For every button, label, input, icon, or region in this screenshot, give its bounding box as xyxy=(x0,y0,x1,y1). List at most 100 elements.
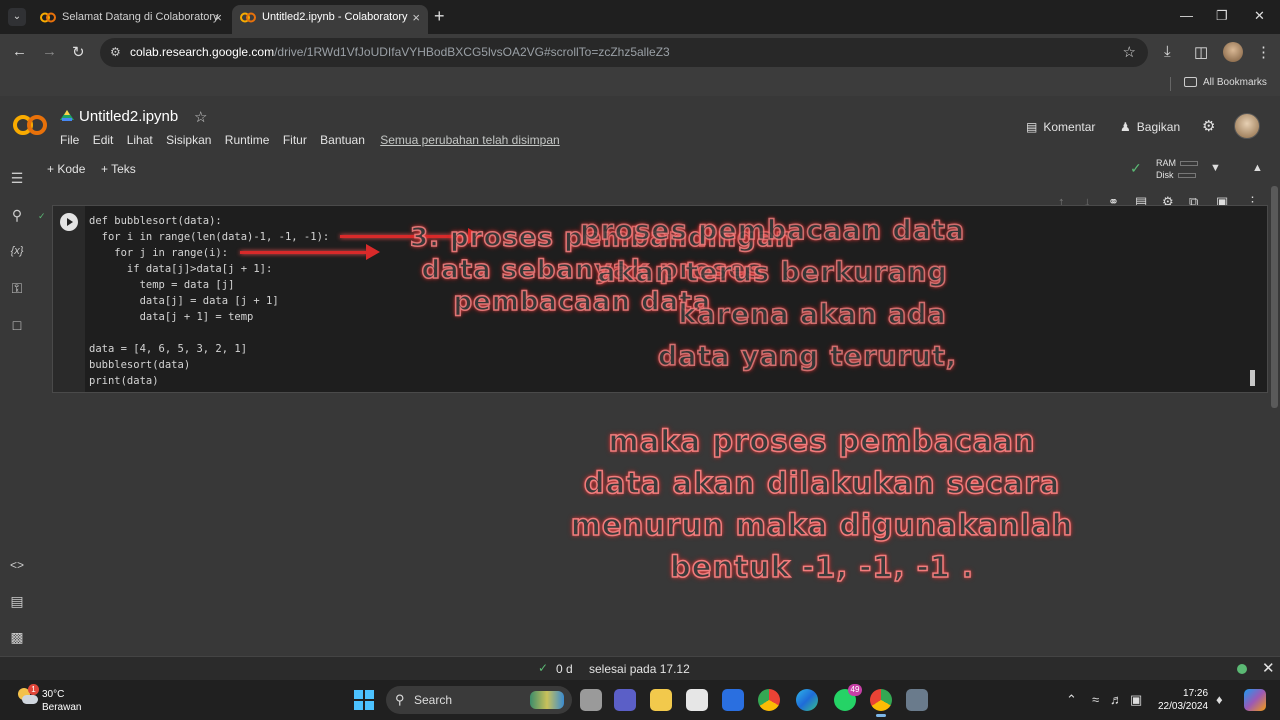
search-icon[interactable]: ⚲ xyxy=(8,206,26,224)
run-cell-button[interactable] xyxy=(60,213,78,231)
add-text-button[interactable]: + Teks xyxy=(101,162,136,176)
whatsapp-icon[interactable]: 49 xyxy=(834,684,862,711)
chrome-icon[interactable] xyxy=(758,689,780,711)
edge-icon[interactable] xyxy=(796,689,818,711)
cloud-shape xyxy=(22,695,38,704)
annotation-line: proses pembacaan data xyxy=(579,214,966,247)
tab-untitled2[interactable]: Untitled2.ipynb - Colaboratory × xyxy=(232,5,428,34)
resource-monitor[interactable]: RAM Disk xyxy=(1156,157,1198,181)
close-tab-icon[interactable]: × xyxy=(412,5,420,30)
tab-title: Untitled2.ipynb - Colaboratory xyxy=(262,11,408,23)
taskbar-clock[interactable]: 17:26 22/03/2024 xyxy=(1158,687,1208,713)
screen: ⌄ Selamat Datang di Colaboratory × Untit… xyxy=(0,0,1280,720)
settings-app-icon[interactable] xyxy=(906,689,928,711)
notification-bell-icon[interactable]: ♦ xyxy=(1216,692,1223,707)
close-status-icon[interactable]: ✕ xyxy=(1262,659,1275,677)
comment-label: Komentar xyxy=(1043,120,1096,134)
menu-insert[interactable]: Sisipkan xyxy=(166,133,211,147)
account-avatar[interactable] xyxy=(1234,113,1260,139)
address-bar[interactable]: ⚙ colab.research.google.com/drive/1RWd1V… xyxy=(100,38,1148,67)
battery-icon[interactable]: ▣ xyxy=(1130,692,1142,708)
ram-bar xyxy=(1180,161,1198,167)
tab-search-chevron-icon[interactable]: ⌄ xyxy=(8,8,26,26)
files-folder-icon[interactable]: □ xyxy=(8,316,26,334)
save-status[interactable]: Semua perubahan telah disimpan xyxy=(380,133,559,147)
colab-favicon-icon xyxy=(240,12,256,23)
all-bookmarks-label: All Bookmarks xyxy=(1203,77,1267,88)
close-tab-icon[interactable]: × xyxy=(214,5,222,30)
menu-edit[interactable]: Edit xyxy=(93,133,114,147)
star-notebook-icon[interactable]: ☆ xyxy=(194,108,207,126)
download-icon[interactable]: ⤓ xyxy=(1164,43,1171,60)
back-icon[interactable]: ← xyxy=(12,43,27,60)
share-button[interactable]: ♟ Bagikan xyxy=(1120,120,1180,134)
secrets-key-icon[interactable]: ⚿ xyxy=(8,279,26,297)
add-code-button[interactable]: + Kode xyxy=(47,162,85,176)
command-palette-icon[interactable]: ▤ xyxy=(8,592,26,610)
ram-label: RAM xyxy=(1156,158,1176,168)
code-editor[interactable]: def bubblesort(data): for i in range(len… xyxy=(89,213,329,389)
annotation-line: data yang terurut, xyxy=(657,340,958,373)
weather-widget[interactable]: 30°C Berawan xyxy=(42,688,81,714)
task-view-icon[interactable] xyxy=(580,689,602,711)
table-of-contents-icon[interactable]: ☰ xyxy=(8,169,26,187)
bookmark-star-icon[interactable]: ☆ xyxy=(1123,38,1136,67)
colab-status-bar: ✓ 0 d selesai pada 17.12 ✕ xyxy=(0,656,1280,680)
menu-help[interactable]: Bantuan xyxy=(320,133,365,147)
chrome-active-icon[interactable] xyxy=(870,689,892,717)
annotation-line: karena akan ada xyxy=(678,298,947,331)
profile-avatar[interactable] xyxy=(1223,42,1243,62)
restore-icon[interactable]: ❐ xyxy=(1216,8,1228,24)
editor-scrollbar[interactable] xyxy=(1250,370,1255,386)
notebook-toolbar: + Kode + Teks ✓ RAM Disk ▼ ▲ xyxy=(34,156,1280,183)
terminal-icon[interactable]: ▩ xyxy=(8,628,26,646)
code-snippets-icon[interactable]: <> xyxy=(8,556,26,574)
menu-view[interactable]: Lihat xyxy=(127,133,153,147)
code-line: for i in range(len(data)-1, -1, -1): xyxy=(89,231,330,243)
left-sidebar: ☰ ⚲ {x} ⚿ □ <> ▤ ▩ xyxy=(0,156,34,656)
menu-runtime[interactable]: Runtime xyxy=(225,133,270,147)
annotation-line: menurun maka digunakanlah xyxy=(570,507,1074,543)
comment-button[interactable]: ▤ Komentar xyxy=(1026,120,1095,134)
reload-icon[interactable]: ↻ xyxy=(72,43,85,61)
runtime-dropdown-icon[interactable]: ▼ xyxy=(1210,162,1221,174)
notebook-title[interactable]: Untitled2.ipynb xyxy=(79,108,178,125)
execution-duration[interactable]: 0 d xyxy=(556,662,573,676)
collapse-toolbar-icon[interactable]: ▲ xyxy=(1252,162,1263,174)
browser-menu-icon[interactable]: ⋮ xyxy=(1256,43,1271,61)
site-info-icon[interactable]: ⚙ xyxy=(110,38,121,67)
store-icon[interactable] xyxy=(686,689,708,711)
tab-welcome[interactable]: Selamat Datang di Colaboratory × xyxy=(32,5,230,34)
weather-icon[interactable]: 1 xyxy=(16,684,39,708)
close-window-icon[interactable]: ✕ xyxy=(1254,8,1265,24)
search-highlight-image xyxy=(530,691,564,709)
menu-tools[interactable]: Fitur xyxy=(283,133,307,147)
all-bookmarks-button[interactable]: All Bookmarks xyxy=(1184,77,1267,88)
volume-icon[interactable]: ♬ xyxy=(1110,692,1123,707)
forward-icon[interactable]: → xyxy=(42,43,57,60)
windows-start-icon[interactable] xyxy=(354,690,374,710)
teams-icon[interactable] xyxy=(614,689,636,711)
wifi-icon[interactable]: ≈ xyxy=(1092,692,1099,707)
page-scrollbar[interactable] xyxy=(1271,186,1278,408)
taskbar-search[interactable]: ⚲ Search xyxy=(386,686,572,714)
code-line: data[j + 1] = temp xyxy=(89,311,254,323)
tray-chevron-icon[interactable]: ⌃ xyxy=(1066,692,1077,708)
code-line: if data[j]>data[j + 1]: xyxy=(89,263,273,275)
menu-file[interactable]: File xyxy=(60,133,79,147)
code-line: data[j] = data [j + 1] xyxy=(89,295,279,307)
colab-logo-icon[interactable] xyxy=(12,114,48,136)
minimize-icon[interactable]: — xyxy=(1180,8,1193,23)
code-line: print(data) xyxy=(89,375,159,387)
file-explorer-icon[interactable] xyxy=(650,689,672,711)
copilot-icon[interactable] xyxy=(1244,689,1266,711)
variables-icon[interactable]: {x} xyxy=(8,242,26,260)
settings-gear-icon[interactable]: ⚙ xyxy=(1202,117,1215,135)
side-panel-icon[interactable]: ◫ xyxy=(1194,43,1208,61)
folder-icon xyxy=(1184,77,1197,88)
new-tab-icon[interactable]: + xyxy=(434,6,445,27)
editor-app-icon[interactable] xyxy=(722,689,744,711)
connected-check-icon: ✓ xyxy=(1130,160,1142,176)
clock-date: 22/03/2024 xyxy=(1158,701,1209,712)
cell-gutter xyxy=(53,206,85,392)
